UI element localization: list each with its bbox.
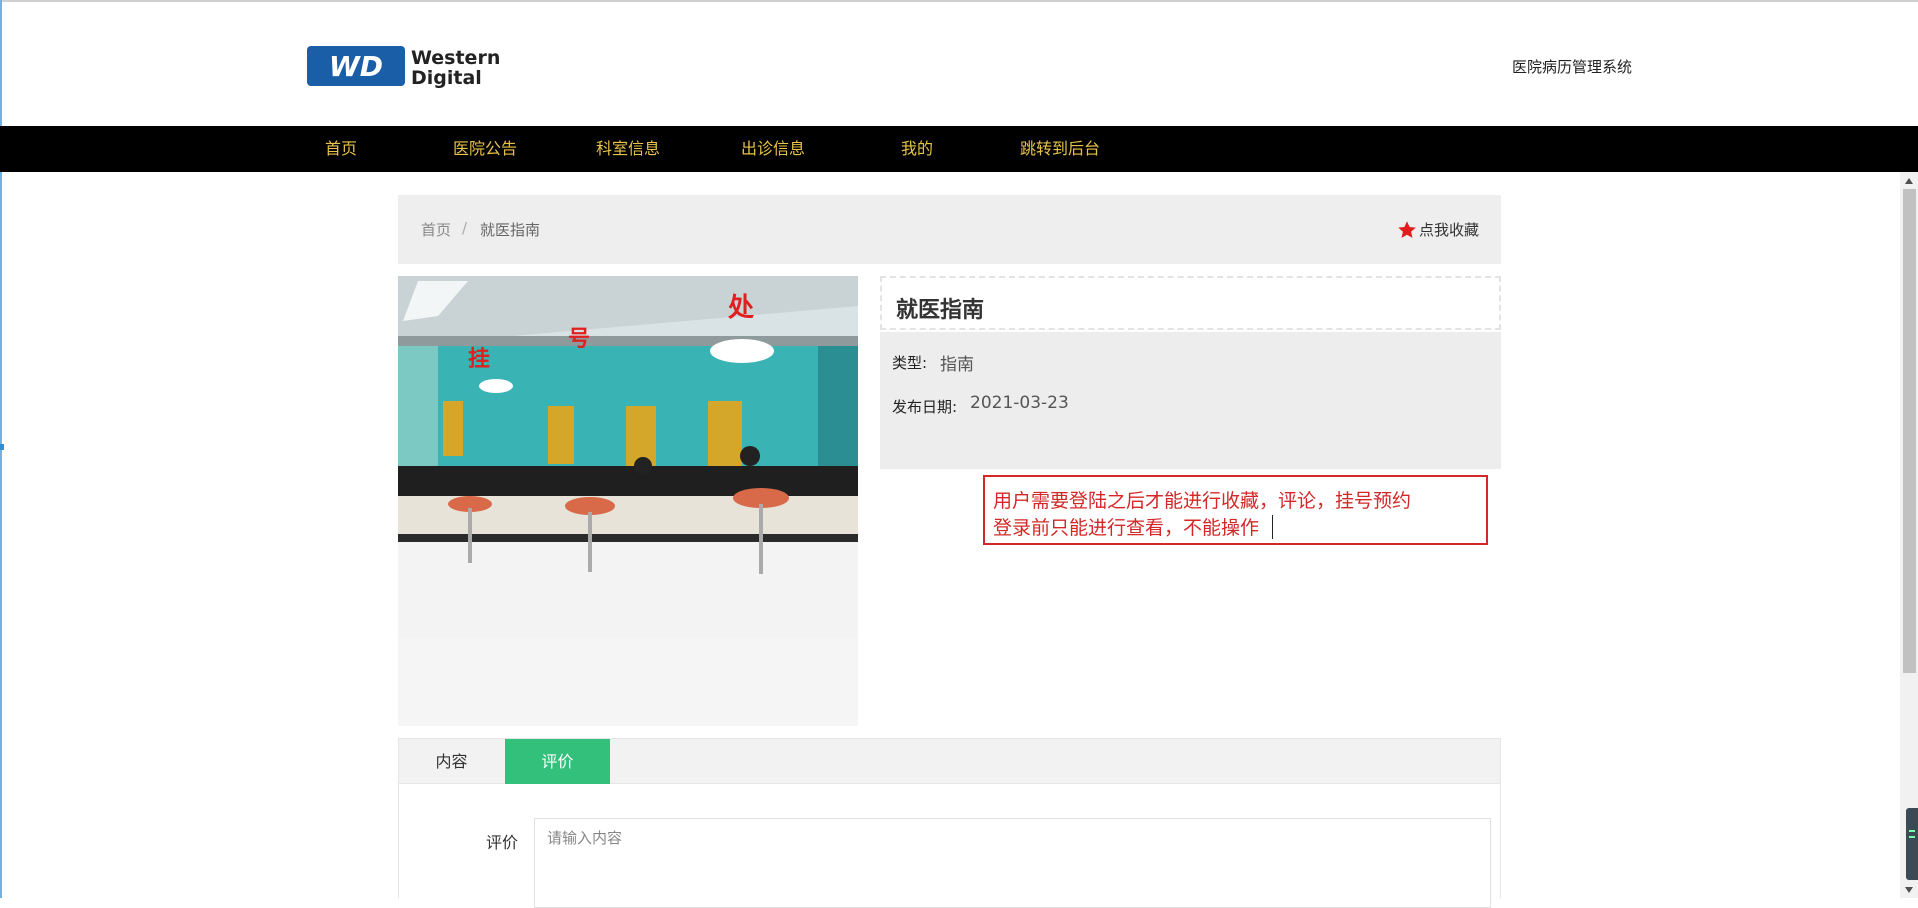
tab-review[interactable]: 评价 xyxy=(505,739,610,784)
scroll-up-button[interactable] xyxy=(1900,172,1918,189)
star-icon xyxy=(1398,220,1416,238)
scroll-down-button[interactable] xyxy=(1900,881,1918,898)
svg-text:号: 号 xyxy=(568,327,590,352)
date-label: 发布日期: xyxy=(892,398,958,416)
system-title: 医院病历管理系统 xyxy=(1512,58,1633,76)
logo-mark: WD xyxy=(329,50,383,83)
breadcrumb-current: 就医指南 xyxy=(480,221,541,239)
side-widget-indicator xyxy=(1909,836,1915,838)
annotation-line2: 登录前只能进行查看，不能操作 xyxy=(993,517,1260,539)
hospital-registration-photo: 挂 号 处 xyxy=(398,276,858,638)
tab-content[interactable]: 内容 xyxy=(399,739,504,784)
favorite-label: 点我收藏 xyxy=(1418,221,1479,239)
logo-text-line1: Western xyxy=(411,47,500,69)
type-label: 类型: xyxy=(892,354,928,372)
nav-item-home[interactable]: 首页 xyxy=(325,126,357,172)
favorite-button[interactable]: 点我收藏 xyxy=(1397,219,1479,240)
window-top-border xyxy=(0,0,1918,2)
detail-title: 就医指南 xyxy=(896,298,985,323)
nav-item-admin[interactable]: 跳转到后台 xyxy=(1020,126,1100,172)
main-nav: 首页 医院公告 科室信息 出诊信息 我的 跳转到后台 xyxy=(0,126,1918,172)
breadcrumb-home[interactable]: 首页 xyxy=(421,219,451,240)
detail-title-box: 就医指南 xyxy=(880,276,1501,330)
date-value: 2021-03-23 xyxy=(970,393,1069,413)
image-panel: 挂 号 处 xyxy=(398,276,858,726)
breadcrumb-separator: / xyxy=(462,219,468,237)
nav-item-schedules[interactable]: 出诊信息 xyxy=(741,126,805,172)
annotation-line1: 用户需要登陆之后才能进行收藏，评论，挂号预约 xyxy=(993,490,1412,512)
type-value: 指南 xyxy=(940,355,974,375)
side-widget[interactable] xyxy=(1906,808,1918,880)
chevron-down-icon xyxy=(1905,886,1913,893)
tab-bar: 内容 评价 xyxy=(398,738,1501,784)
nav-item-mine[interactable]: 我的 xyxy=(901,126,933,172)
nav-item-announcements[interactable]: 医院公告 xyxy=(453,126,517,172)
nav-item-departments[interactable]: 科室信息 xyxy=(596,126,660,172)
scrollbar-thumb[interactable] xyxy=(1903,189,1916,673)
breadcrumb: 首页 / 就医指南 点我收藏 xyxy=(398,195,1501,264)
western-digital-logo[interactable]: WD Western Digital xyxy=(307,44,521,90)
side-widget-indicator xyxy=(1909,830,1915,832)
logo-text-line2: Digital xyxy=(411,67,482,89)
text-caret xyxy=(1272,515,1273,539)
review-label: 评价 xyxy=(486,833,519,852)
window-edge-marker xyxy=(0,444,4,450)
chevron-up-icon xyxy=(1905,177,1913,184)
annotation-textbox[interactable]: 用户需要登陆之后才能进行收藏，评论，挂号预约 登录前只能进行查看，不能操作 xyxy=(983,475,1488,545)
svg-text:处: 处 xyxy=(727,293,754,323)
review-input[interactable] xyxy=(534,818,1491,908)
svg-text:挂: 挂 xyxy=(468,346,490,372)
detail-info: 类型: 指南 发布日期: 2021-03-23 xyxy=(880,332,1501,469)
